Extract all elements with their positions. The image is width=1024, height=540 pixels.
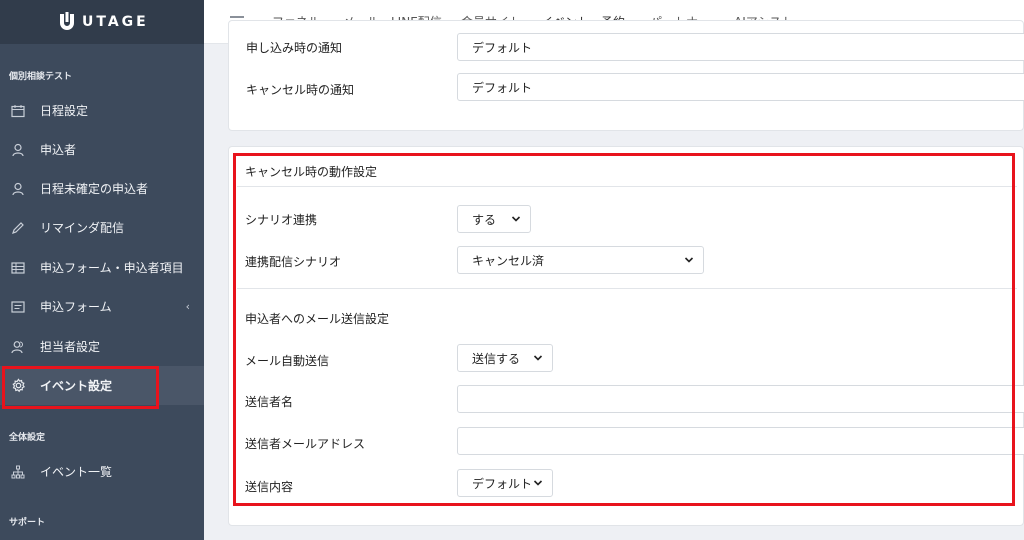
- section-title-global: 全体設定: [9, 433, 46, 443]
- form-icon: [10, 299, 26, 315]
- sidebar-item-label: 担当者設定: [40, 340, 101, 354]
- chevron-left-icon: ‹: [185, 300, 190, 313]
- brand-name: UTAGE: [82, 14, 149, 30]
- section-title-event: 個別相談テスト: [9, 72, 73, 82]
- sidebar-item-label: イベント一覧: [40, 465, 113, 479]
- sidebar-item-staff[interactable]: 担当者設定: [0, 327, 204, 366]
- sidebar: UTAGE 個別相談テスト 日程設定 申込者 日程未確定の申込者 リマインダ配信…: [0, 0, 204, 540]
- sidebar-item-label: 日程設定: [40, 104, 89, 118]
- apply-notify-value: デフォルト: [472, 40, 533, 55]
- sidebar-item-unscheduled-applicants[interactable]: 日程未確定の申込者: [0, 169, 204, 208]
- apply-notify-label: 申し込み時の通知: [246, 41, 343, 55]
- sidebar-item-form-fields[interactable]: 申込フォーム・申込者項目: [0, 248, 204, 287]
- sidebar-item-reminder[interactable]: リマインダ配信: [0, 208, 204, 247]
- people-icon: [10, 339, 26, 355]
- table-icon: [10, 260, 26, 276]
- sidebar-item-schedule[interactable]: 日程設定: [0, 91, 204, 130]
- calendar-icon: [10, 103, 26, 119]
- cancel-notify-select[interactable]: デフォルト: [457, 73, 1024, 101]
- person-icon: [10, 181, 26, 197]
- sidebar-item-label: リマインダ配信: [40, 221, 125, 235]
- person-icon: [10, 142, 26, 158]
- sitemap-icon: [10, 464, 26, 480]
- section-title-support: サポート: [9, 518, 46, 528]
- sidebar-item-form[interactable]: 申込フォーム ‹: [0, 287, 204, 326]
- apply-notify-select[interactable]: デフォルト: [457, 33, 1024, 61]
- brand-header[interactable]: UTAGE: [0, 0, 204, 44]
- sidebar-item-applicants[interactable]: 申込者: [0, 130, 204, 169]
- highlight-box-sidebar: [2, 366, 159, 409]
- sidebar-item-event-list[interactable]: イベント一覧: [0, 452, 204, 491]
- sidebar-item-label: 申込フォーム: [40, 300, 112, 314]
- sidebar-item-label: 申込フォーム・申込者項目: [40, 261, 184, 275]
- highlight-box-cancel-settings: [233, 153, 1015, 506]
- cancel-notify-label: キャンセル時の通知: [246, 83, 355, 97]
- sidebar-item-label: 日程未確定の申込者: [40, 182, 149, 196]
- notification-settings-card: 申し込み時の通知 デフォルト キャンセル時の通知 デフォルト: [228, 20, 1024, 131]
- pencil-icon: [10, 220, 26, 236]
- utage-logo-icon: [60, 12, 74, 30]
- cancel-notify-value: デフォルト: [472, 80, 533, 95]
- sidebar-item-label: 申込者: [40, 143, 77, 157]
